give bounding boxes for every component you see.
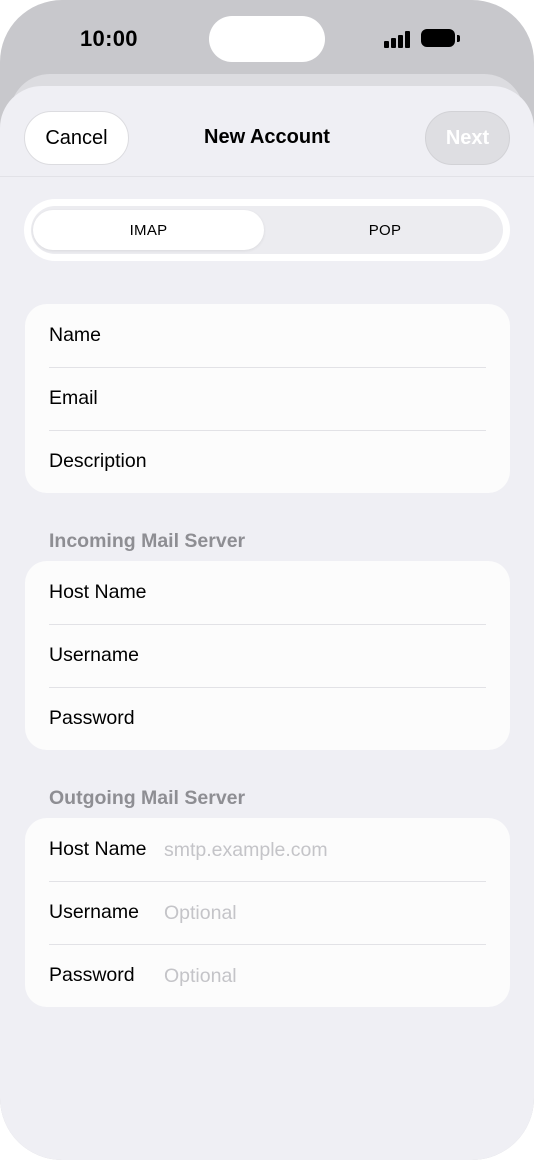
incoming-password-row[interactable]: Password [25, 687, 510, 750]
incoming-server-group: Host Name Username Password [25, 561, 510, 750]
status-time: 10:00 [80, 26, 138, 51]
dynamic-island [209, 16, 325, 62]
status-bar: 10:00 [0, 0, 534, 80]
battery-icon [421, 29, 461, 49]
segment-pop[interactable]: POP [269, 210, 501, 250]
outgoing-username-label: Username [49, 901, 139, 923]
outgoing-username-row: Username [25, 881, 510, 944]
outgoing-username-input[interactable] [164, 895, 484, 931]
description-label: Description [49, 450, 147, 472]
description-row[interactable]: Description [25, 430, 510, 493]
name-label: Name [49, 324, 102, 346]
outgoing-server-header: Outgoing Mail Server [49, 787, 246, 809]
outgoing-password-input[interactable] [164, 958, 484, 994]
outgoing-password-label: Password [49, 964, 135, 986]
cellular-signal-icon [384, 30, 412, 48]
incoming-server-header: Incoming Mail Server [49, 530, 246, 552]
outgoing-server-group: Host Name Username Password [25, 818, 510, 1007]
incoming-username-label: Username [49, 644, 139, 666]
navigation-bar: Cancel New Account Next [0, 86, 534, 177]
incoming-password-label: Password [49, 707, 135, 729]
phone-frame: 10:00 Cancel New Account Next IMAP POP N… [0, 0, 534, 1160]
segment-imap[interactable]: IMAP [33, 210, 264, 250]
new-account-sheet: Cancel New Account Next IMAP POP Name Em… [0, 86, 534, 1160]
incoming-host-row[interactable]: Host Name [25, 561, 510, 624]
protocol-segmented-control: IMAP POP [24, 199, 510, 261]
outgoing-host-label: Host Name [49, 838, 147, 860]
email-label: Email [49, 387, 98, 409]
outgoing-host-row: Host Name [25, 818, 510, 881]
name-row[interactable]: Name [25, 304, 510, 367]
account-info-group: Name Email Description [25, 304, 510, 493]
next-button[interactable]: Next [425, 111, 510, 165]
outgoing-host-input[interactable] [164, 832, 484, 868]
incoming-username-row[interactable]: Username [25, 624, 510, 687]
incoming-host-label: Host Name [49, 581, 147, 603]
email-row[interactable]: Email [25, 367, 510, 430]
outgoing-password-row: Password [25, 944, 510, 1007]
